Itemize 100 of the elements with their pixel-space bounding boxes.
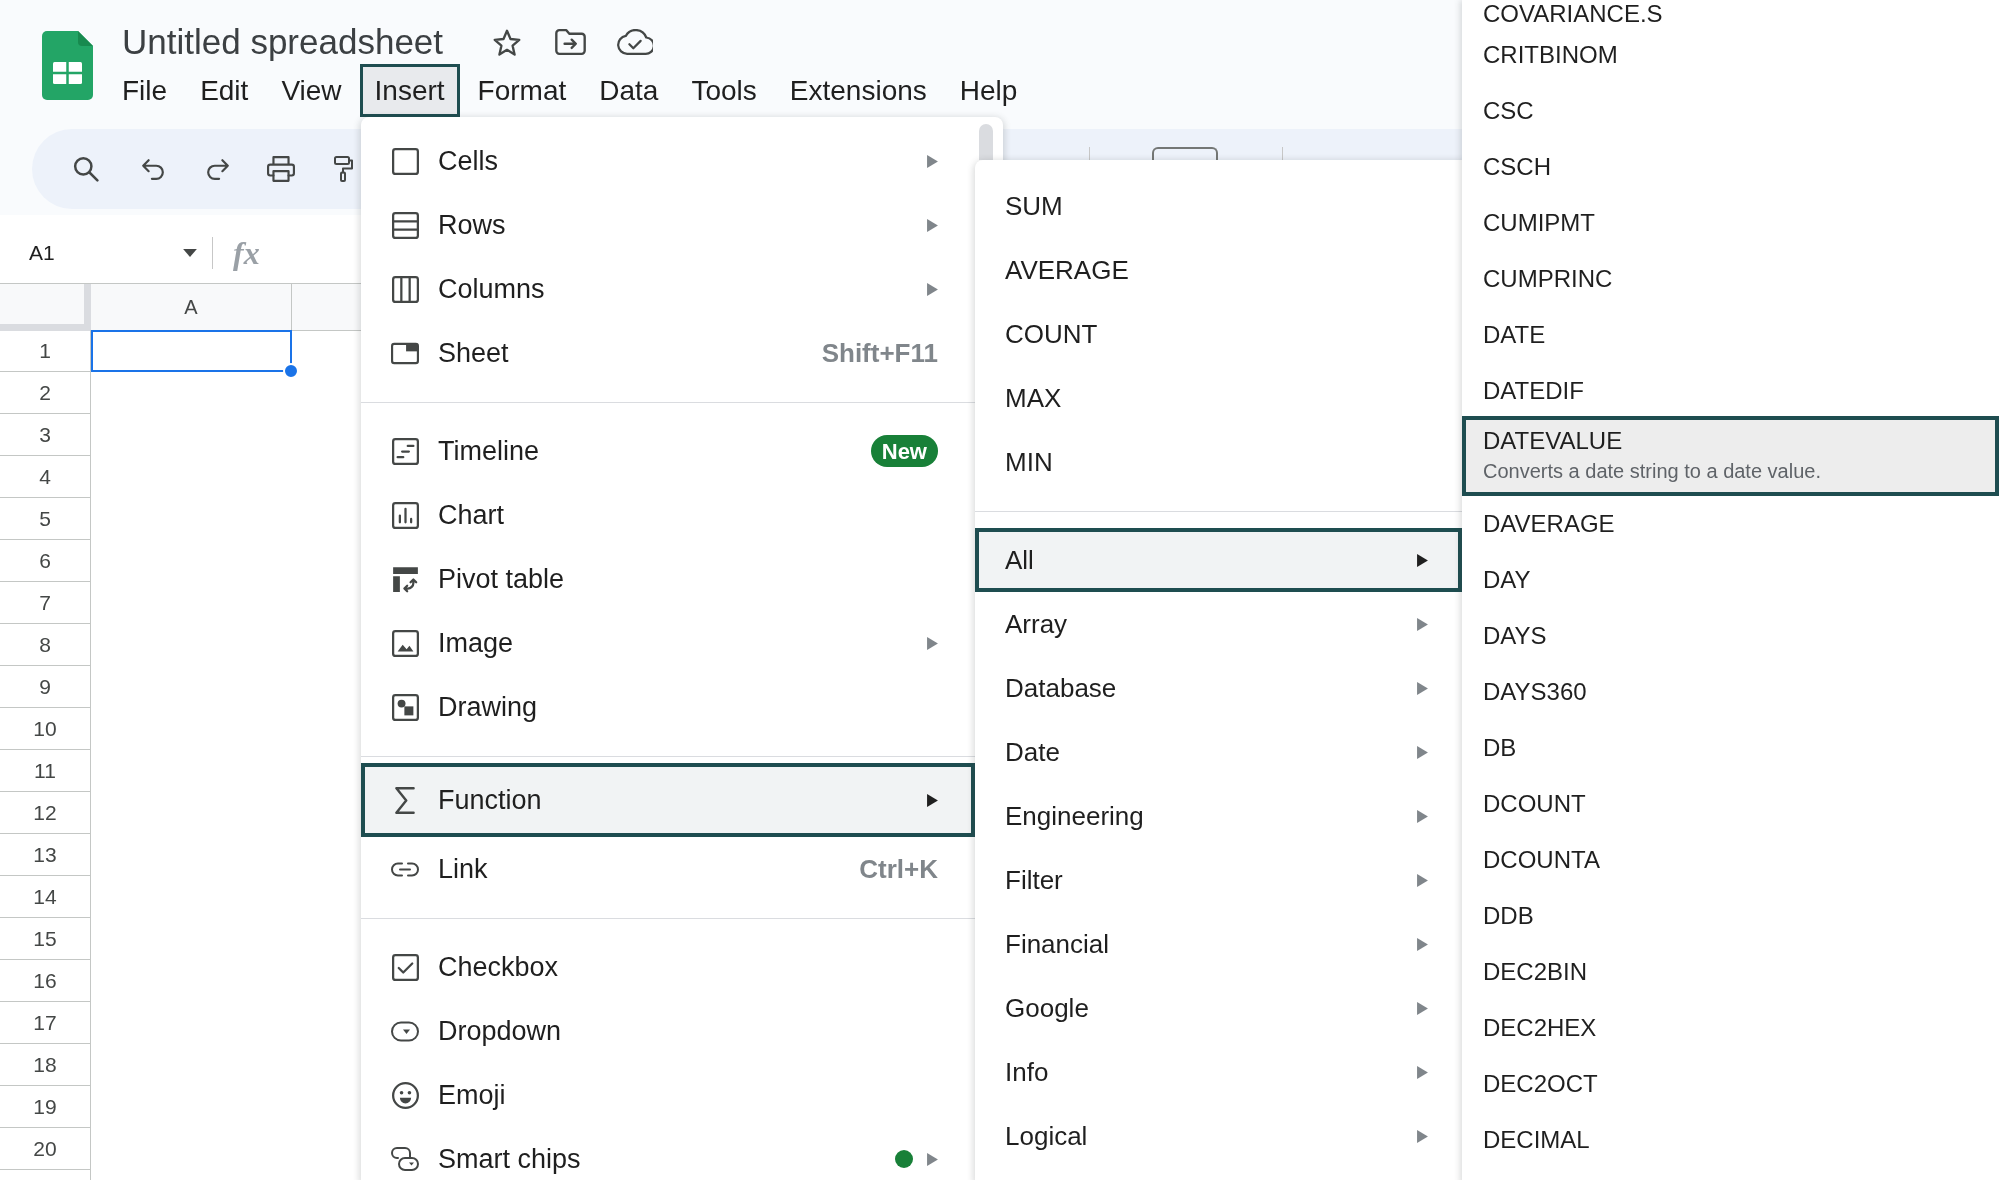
menu-item[interactable]: Data — [584, 64, 674, 117]
menu-item[interactable]: DAYS360 — [1462, 664, 1999, 720]
menu-item[interactable]: Financial — [975, 912, 1462, 976]
menu-item[interactable]: DAY — [1462, 552, 1999, 608]
menu-item[interactable]: DEC2OCT — [1462, 1056, 1999, 1112]
menu-item[interactable]: Timeline New — [361, 419, 975, 483]
row-header[interactable]: 2 — [0, 372, 91, 414]
menu-item[interactable]: DATEVALUE Converts a date string to a date value. — [1462, 416, 1999, 496]
print-icon[interactable] — [267, 156, 295, 182]
row-header[interactable]: 5 — [0, 498, 91, 540]
checkbox-icon — [391, 953, 419, 981]
search-icon[interactable] — [73, 156, 99, 182]
row-header[interactable]: 18 — [0, 1044, 91, 1086]
menu-item[interactable]: Format — [462, 64, 582, 117]
menu-item[interactable]: Function — [361, 763, 975, 837]
shapes-icon — [391, 693, 419, 721]
menu-item[interactable]: Smart chips — [361, 1127, 975, 1180]
menu-item[interactable]: CUMPRINC — [1462, 251, 1999, 307]
square-icon — [391, 147, 419, 175]
row-header[interactable]: 14 — [0, 876, 91, 918]
scrollbar-thumb[interactable] — [979, 124, 993, 160]
paint-roller-icon[interactable] — [334, 156, 354, 182]
menu-item[interactable]: Logical — [975, 1104, 1462, 1168]
menu-item[interactable]: DEC2HEX — [1462, 1000, 1999, 1056]
row-header[interactable]: 10 — [0, 708, 91, 750]
menu-item[interactable]: SUM — [975, 174, 1462, 238]
row-header[interactable]: 6 — [0, 540, 91, 582]
menu-item[interactable]: DATE — [1462, 307, 1999, 363]
menu-item[interactable]: File — [107, 64, 183, 117]
fill-handle[interactable] — [283, 363, 299, 379]
menu-item[interactable]: DCOUNTA — [1462, 832, 1999, 888]
menu-item[interactable]: Filter — [975, 848, 1462, 912]
menu-item[interactable]: Info — [975, 1040, 1462, 1104]
menu-item[interactable]: Dropdown — [361, 999, 975, 1063]
row-header[interactable]: 1 — [0, 330, 91, 372]
menu-item[interactable]: Cells — [361, 129, 975, 193]
name-box[interactable]: A1 — [16, 231, 206, 275]
row-header[interactable]: 11 — [0, 750, 91, 792]
menu-item[interactable]: CUMIPMT — [1462, 195, 1999, 251]
menu-item[interactable]: Engineering — [975, 784, 1462, 848]
document-title[interactable]: Untitled spreadsheet — [122, 20, 444, 64]
menu-item[interactable]: DATEDIF — [1462, 363, 1999, 419]
menu-item[interactable]: Edit — [185, 64, 264, 117]
menu-item[interactable]: Image — [361, 611, 975, 675]
menu-item[interactable]: AVERAGE — [975, 238, 1462, 302]
menu-item[interactable]: COVARIANCE.S — [1462, 0, 1999, 27]
menu-item[interactable]: Rows — [361, 193, 975, 257]
star-icon[interactable] — [493, 28, 522, 56]
row-header[interactable]: 17 — [0, 1002, 91, 1044]
menu-item[interactable]: Google — [975, 976, 1462, 1040]
menu-item[interactable]: CSC — [1462, 83, 1999, 139]
menu-item[interactable]: Help — [944, 64, 1033, 117]
row-header[interactable]: 7 — [0, 582, 91, 624]
menu-item[interactable]: MIN — [975, 430, 1462, 494]
menu-item[interactable]: Columns — [361, 257, 975, 321]
caret-down-icon[interactable] — [183, 249, 197, 257]
menu-item[interactable]: COUNT — [975, 302, 1462, 366]
menu-item[interactable]: All — [975, 528, 1462, 592]
menu-item[interactable]: Insert — [359, 64, 460, 117]
row-header[interactable]: 9 — [0, 666, 91, 708]
undo-icon[interactable] — [141, 158, 165, 180]
menu-item[interactable]: DB — [1462, 720, 1999, 776]
spreadsheet-logo[interactable] — [42, 31, 93, 100]
menu-item[interactable]: View — [266, 64, 357, 117]
row-header[interactable]: 15 — [0, 918, 91, 960]
menu-item[interactable]: MAX — [975, 366, 1462, 430]
menu-item[interactable]: DAYS — [1462, 608, 1999, 664]
menu-item[interactable]: Array — [975, 592, 1462, 656]
menu-item[interactable]: CSCH — [1462, 139, 1999, 195]
menu-item[interactable]: Link Ctrl+K — [361, 837, 975, 901]
menu-item[interactable]: CRITBINOM — [1462, 27, 1999, 83]
menu-item[interactable]: Chart — [361, 483, 975, 547]
menu-item[interactable]: Database — [975, 656, 1462, 720]
new-badge: New — [870, 435, 938, 467]
row-header[interactable]: 4 — [0, 456, 91, 498]
row-header[interactable]: 8 — [0, 624, 91, 666]
menu-item[interactable]: Tools — [676, 64, 772, 117]
folder-move-icon[interactable] — [555, 29, 587, 55]
menu-item[interactable]: Drawing — [361, 675, 975, 739]
row-header[interactable]: 16 — [0, 960, 91, 1002]
menu-item[interactable]: Sheet Shift+F11 — [361, 321, 975, 385]
menu-item[interactable]: DAVERAGE — [1462, 496, 1999, 552]
row-header[interactable]: 3 — [0, 414, 91, 456]
menu-item[interactable]: Pivot table — [361, 547, 975, 611]
column-header[interactable]: A — [91, 284, 292, 331]
cloud-check-icon[interactable] — [617, 29, 654, 55]
row-header[interactable]: 12 — [0, 792, 91, 834]
menu-item[interactable]: Extensions — [774, 64, 942, 117]
row-header[interactable]: 13 — [0, 834, 91, 876]
menu-item[interactable]: DCOUNT — [1462, 776, 1999, 832]
menu-item[interactable]: DEC2BIN — [1462, 944, 1999, 1000]
sigma-icon — [395, 786, 415, 814]
menu-item[interactable]: Checkbox — [361, 935, 975, 999]
row-header[interactable]: 19 — [0, 1086, 91, 1128]
menu-item[interactable]: Emoji — [361, 1063, 975, 1127]
menu-item[interactable]: DDB — [1462, 888, 1999, 944]
menu-item[interactable]: DECIMAL — [1462, 1112, 1999, 1168]
row-header[interactable]: 20 — [0, 1128, 91, 1170]
menu-item[interactable]: Date — [975, 720, 1462, 784]
redo-icon[interactable] — [206, 158, 230, 180]
